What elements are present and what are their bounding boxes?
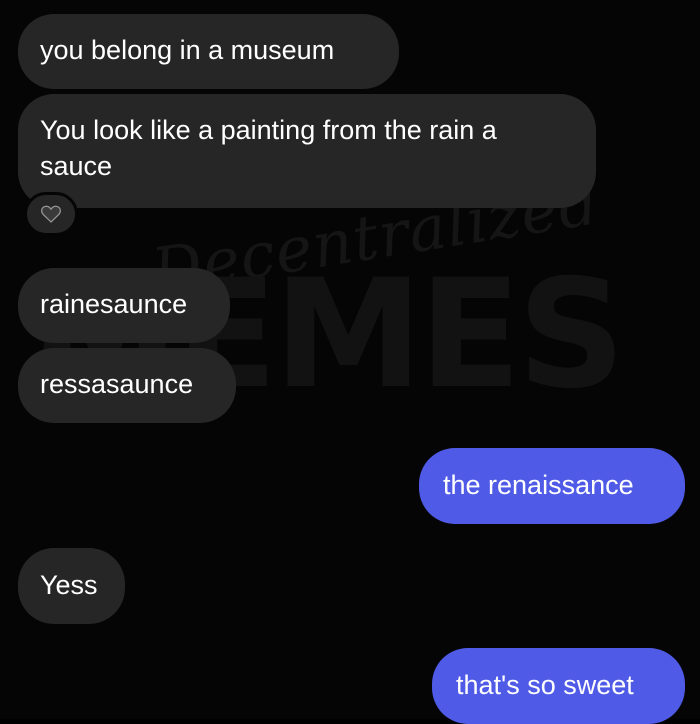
message-bubble-incoming[interactable]: you belong in a museum bbox=[18, 14, 399, 89]
message-bubble-incoming[interactable]: Yess bbox=[18, 548, 125, 624]
message-reaction[interactable] bbox=[24, 192, 78, 236]
message-bubble-incoming[interactable]: ressasaunce bbox=[18, 348, 236, 423]
black-heart-icon bbox=[41, 205, 61, 223]
message-bubble-incoming[interactable]: You look like a painting from the rain a… bbox=[18, 94, 596, 208]
message-bubble-incoming[interactable]: rainesaunce bbox=[18, 268, 230, 343]
message-bubble-outgoing[interactable]: that's so sweet bbox=[432, 648, 685, 724]
chat-thread: Decentralized MEMES you belong in a muse… bbox=[0, 0, 700, 724]
message-bubble-outgoing[interactable]: the renaissance bbox=[419, 448, 685, 524]
